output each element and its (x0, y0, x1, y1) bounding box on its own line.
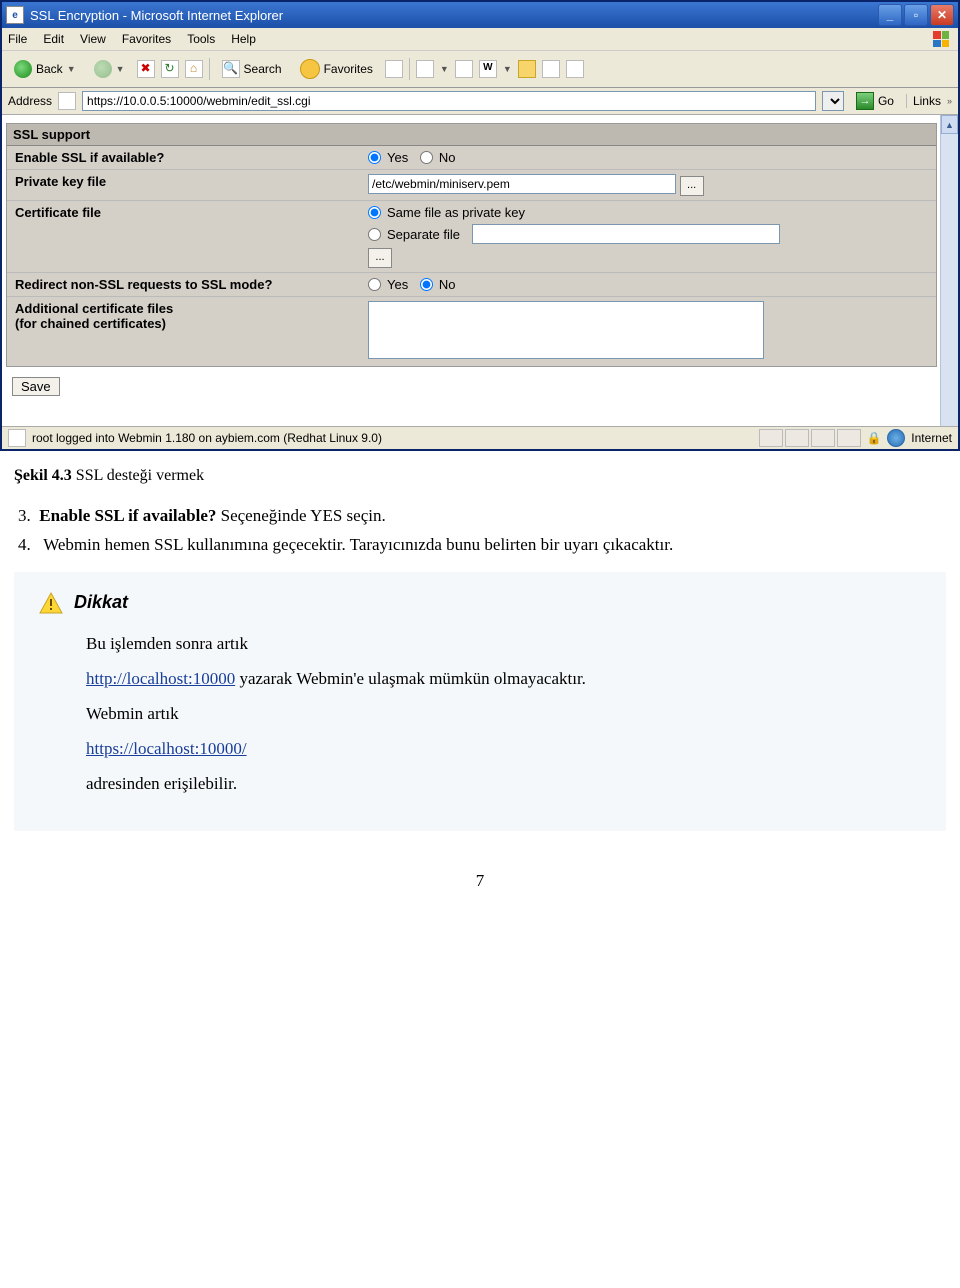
search-button[interactable]: 🔍Search (216, 58, 288, 80)
go-arrow-icon: → (856, 92, 874, 110)
save-button[interactable]: Save (12, 377, 60, 396)
chevron-down-icon[interactable]: ▼ (440, 64, 449, 74)
info-icon[interactable] (566, 60, 584, 78)
private-key-label: Private key file (7, 170, 360, 201)
warning-icon (38, 591, 64, 615)
mail-icon[interactable] (416, 60, 434, 78)
chevron-down-icon[interactable]: ▼ (116, 64, 125, 74)
ie-window: e SSL Encryption - Microsoft Internet Ex… (0, 0, 960, 451)
status-cell (837, 429, 861, 447)
security-zone: Internet (911, 431, 952, 445)
window-titlebar[interactable]: e SSL Encryption - Microsoft Internet Ex… (2, 2, 958, 28)
redirect-no-radio[interactable] (420, 278, 433, 291)
refresh-icon[interactable]: ↻ (161, 60, 179, 78)
status-cell (759, 429, 783, 447)
page-status-icon (8, 429, 26, 447)
status-text: root logged into Webmin 1.180 on aybiem.… (32, 431, 382, 445)
status-cell (785, 429, 809, 447)
redirect-ssl-label: Redirect non-SSL requests to SSL mode? (7, 273, 360, 297)
menu-help[interactable]: Help (231, 32, 256, 46)
maximize-button[interactable]: ▫ (904, 4, 928, 26)
enable-ssl-label: Enable SSL if available? (7, 146, 360, 170)
go-button[interactable]: →Go (850, 92, 900, 110)
menu-bar: File Edit View Favorites Tools Help (2, 28, 958, 51)
word-icon[interactable]: W (479, 60, 497, 78)
notice-paragraph: https://localhost:10000/ (86, 738, 922, 761)
list-item: 4. Webmin hemen SSL kullanımına geçecekt… (38, 534, 946, 557)
toolbar: Back▼ ▼ ✖ ↻ ⌂ 🔍Search Favorites ▼ W ▼ (2, 51, 958, 88)
notice-paragraph: Webmin artık (86, 703, 922, 726)
lock-icon: 🔒 (867, 431, 881, 445)
close-button[interactable]: ✕ (930, 4, 954, 26)
http-link[interactable]: http://localhost:10000 (86, 669, 235, 688)
notice-box: Dikkat Bu işlemden sonra artık http://lo… (14, 572, 946, 831)
stop-icon[interactable]: ✖ (137, 60, 155, 78)
address-dropdown[interactable] (822, 91, 844, 111)
forward-button[interactable]: ▼ (88, 58, 131, 80)
ssl-support-panel: SSL support Enable SSL if available? Yes… (6, 123, 937, 367)
star-icon (300, 59, 320, 79)
document-body: Şekil 4.3 SSL desteği vermek 3. Enable S… (0, 451, 960, 871)
enable-ssl-no-radio[interactable] (420, 151, 433, 164)
zone-icon (887, 429, 905, 447)
status-cell (811, 429, 835, 447)
enable-ssl-yes-radio[interactable] (368, 151, 381, 164)
ie-logo-icon: e (6, 6, 24, 24)
address-input[interactable] (82, 91, 816, 111)
page-content: ▲ SSL support Enable SSL if available? Y… (2, 115, 958, 426)
notice-paragraph: adresinden erişilebilir. (86, 773, 922, 796)
print-icon[interactable] (455, 60, 473, 78)
back-arrow-icon (14, 60, 32, 78)
address-label: Address (8, 94, 52, 108)
messenger-icon[interactable] (542, 60, 560, 78)
browse-button[interactable]: ... (368, 248, 392, 268)
notice-heading: Dikkat (38, 590, 922, 614)
media-icon[interactable] (385, 60, 403, 78)
private-key-input[interactable] (368, 174, 676, 194)
status-bar: root logged into Webmin 1.180 on aybiem.… (2, 426, 958, 449)
folder-icon[interactable] (518, 60, 536, 78)
cert-same-radio[interactable] (368, 206, 381, 219)
panel-title: SSL support (7, 124, 936, 146)
figure-caption: Şekil 4.3 SSL desteği vermek (14, 465, 946, 487)
menu-edit[interactable]: Edit (43, 32, 64, 46)
cert-separate-radio[interactable] (368, 228, 381, 241)
links-label[interactable]: Links (906, 94, 941, 108)
search-icon: 🔍 (222, 60, 240, 78)
menu-view[interactable]: View (80, 32, 106, 46)
redirect-yes-radio[interactable] (368, 278, 381, 291)
scroll-up-arrow-icon[interactable]: ▲ (941, 115, 958, 134)
browse-button[interactable]: ... (680, 176, 704, 196)
home-icon[interactable]: ⌂ (185, 60, 203, 78)
https-link[interactable]: https://localhost:10000/ (86, 739, 247, 758)
menu-favorites[interactable]: Favorites (122, 32, 171, 46)
notice-paragraph: Bu işlemden sonra artık (86, 633, 922, 656)
address-bar: Address →Go Links » (2, 88, 958, 115)
forward-arrow-icon (94, 60, 112, 78)
back-button[interactable]: Back▼ (8, 58, 82, 80)
certificate-file-label: Certificate file (7, 201, 360, 273)
additional-cert-textarea[interactable] (368, 301, 764, 359)
window-title: SSL Encryption - Microsoft Internet Expl… (30, 8, 878, 23)
minimize-button[interactable]: _ (878, 4, 902, 26)
chevron-down-icon[interactable]: ▼ (67, 64, 76, 74)
chevron-down-icon[interactable]: ▼ (503, 64, 512, 74)
page-number: 7 (0, 871, 960, 891)
menu-tools[interactable]: Tools (187, 32, 215, 46)
windows-flag-icon (930, 28, 952, 50)
vertical-scrollbar[interactable]: ▲ (940, 115, 958, 426)
list-item: 3. Enable SSL if available? Seçeneğinde … (38, 505, 946, 528)
additional-cert-label: Additional certificate files (for chaine… (7, 297, 360, 367)
menu-file[interactable]: File (8, 32, 27, 46)
notice-paragraph: http://localhost:10000 yazarak Webmin'e … (86, 668, 922, 691)
cert-separate-input[interactable] (472, 224, 780, 244)
favorites-button[interactable]: Favorites (294, 57, 379, 81)
page-icon (58, 92, 76, 110)
